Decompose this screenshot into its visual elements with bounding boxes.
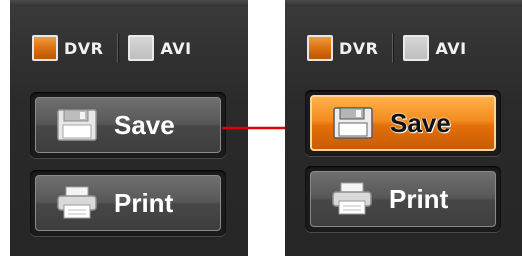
printer-icon xyxy=(332,182,372,215)
print-button[interactable]: Print xyxy=(310,171,496,227)
save-label: Save xyxy=(390,107,451,138)
right-panel: DVR AVI Save Print xyxy=(285,0,522,256)
save-button-slot: Save xyxy=(305,90,501,156)
dvr-checkbox[interactable] xyxy=(307,35,333,61)
avi-label: AVI xyxy=(160,38,192,58)
divider xyxy=(392,33,394,63)
save-button[interactable]: Save xyxy=(310,95,496,151)
save-button-slot: Save xyxy=(30,92,226,158)
print-button[interactable]: Print xyxy=(35,175,221,231)
avi-checkbox[interactable] xyxy=(128,35,155,61)
print-button-slot: Print xyxy=(30,170,226,236)
dvr-label: DVR xyxy=(339,38,379,58)
floppy-disk-icon xyxy=(333,107,373,139)
printer-icon xyxy=(57,186,97,219)
print-button-slot: Print xyxy=(305,166,501,232)
format-options: DVR AVI xyxy=(307,32,467,64)
save-button[interactable]: Save xyxy=(35,97,221,153)
avi-checkbox[interactable] xyxy=(403,35,430,61)
format-options: DVR AVI xyxy=(32,32,192,64)
print-label: Print xyxy=(114,187,174,218)
dvr-label: DVR xyxy=(64,38,104,58)
floppy-disk-icon xyxy=(57,109,97,141)
left-panel: DVR AVI Save Print xyxy=(10,0,248,256)
avi-label: AVI xyxy=(435,38,467,58)
dvr-checkbox[interactable] xyxy=(32,35,58,61)
print-label: Print xyxy=(389,183,449,214)
save-label: Save xyxy=(114,109,175,140)
divider xyxy=(117,33,119,63)
